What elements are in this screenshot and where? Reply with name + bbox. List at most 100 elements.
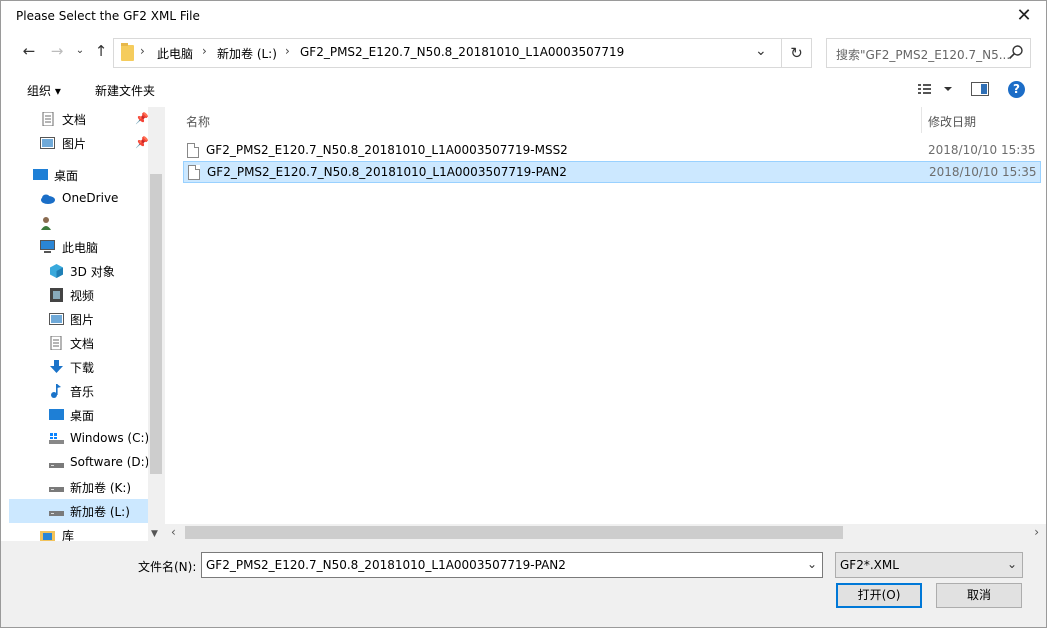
sidebar-item-videos[interactable]: 视频 xyxy=(9,283,165,307)
sidebar-item-label: 此电脑 xyxy=(62,241,99,255)
folder-icon xyxy=(121,43,134,61)
filename-label: 文件名(N): xyxy=(138,560,197,574)
column-divider[interactable] xyxy=(921,107,922,133)
window-title: Please Select the GF2 XML File xyxy=(16,9,200,23)
sidebar-item-this-pc[interactable]: 此电脑 xyxy=(9,235,165,259)
sidebar-item-drive-c[interactable]: Windows (C:) xyxy=(9,427,165,451)
sidebar-item-pictures-quick[interactable]: 图片 📌 xyxy=(9,131,165,155)
file-icon xyxy=(188,165,200,180)
sidebar-item-label: 视频 xyxy=(70,289,95,303)
back-arrow-icon[interactable]: ← xyxy=(19,41,39,61)
cancel-button[interactable]: 取消 xyxy=(936,583,1022,608)
file-date: 2018/10/10 15:35 xyxy=(928,143,1036,157)
address-bar[interactable]: › 此电脑 › 新加卷 (L:) › GF2_PMS2_E120.7_N50.8… xyxy=(113,38,782,68)
sidebar-item-drive-d[interactable]: Software (D:) xyxy=(9,451,165,475)
close-icon[interactable]: ✕ xyxy=(1012,5,1036,27)
sidebar-item-drive-k[interactable]: 新加卷 (K:) xyxy=(9,475,165,499)
file-icon xyxy=(187,143,199,158)
sidebar-item-music[interactable]: 音乐 xyxy=(9,379,165,403)
sidebar-item-label: OneDrive xyxy=(62,191,119,205)
windows-drive-icon xyxy=(49,433,64,444)
breadcrumb-folder[interactable]: GF2_PMS2_E120.7_N50.8_20181010_L1A000350… xyxy=(300,45,624,59)
file-row-selected[interactable]: GF2_PMS2_E120.7_N50.8_20181010_L1A000350… xyxy=(183,161,1041,183)
up-arrow-icon[interactable]: ↑ xyxy=(91,41,111,61)
sidebar-item-label: 下载 xyxy=(70,361,95,375)
file-open-dialog: Please Select the GF2 XML File ✕ ← → ⌄ ↑… xyxy=(0,0,1047,628)
navigation-bar: ← → ⌄ ↑ › 此电脑 › 新加卷 (L:) › GF2_PMS2_E120… xyxy=(1,32,1046,72)
sidebar-item-label: 文档 xyxy=(70,337,95,351)
sidebar-item-label: 库 xyxy=(62,529,75,541)
sidebar-scrollbar[interactable]: ▼ xyxy=(148,107,165,541)
chevron-left-icon[interactable]: ‹ xyxy=(171,525,176,539)
search-icon[interactable] xyxy=(1008,44,1024,60)
recent-locations-icon[interactable]: ⌄ xyxy=(70,41,90,61)
search-input[interactable]: 搜索"GF2_PMS2_E120.7_N5... xyxy=(826,38,1031,68)
sidebar-item-desktop[interactable]: 桌面 xyxy=(9,163,165,187)
chevron-down-icon[interactable]: ⌄ xyxy=(1007,557,1017,571)
sidebar-item-desktop-pc[interactable]: 桌面 xyxy=(9,403,165,427)
chevron-down-icon[interactable]: ⌄ xyxy=(807,557,817,571)
sidebar-item-label: 图片 xyxy=(62,137,87,151)
breadcrumb-this-pc[interactable]: 此电脑 xyxy=(157,45,193,62)
title-bar: Please Select the GF2 XML File ✕ xyxy=(1,1,1046,32)
column-header-name[interactable]: 名称 xyxy=(186,113,210,130)
sidebar-item-label: 图片 xyxy=(70,313,95,327)
open-button[interactable]: 打开(O) xyxy=(836,583,922,608)
dialog-footer: 文件名(N): GF2_PMS2_E120.7_N50.8_20181010_L… xyxy=(1,541,1046,627)
breadcrumb-separator[interactable]: › xyxy=(140,44,145,58)
forward-arrow-icon[interactable]: → xyxy=(47,41,67,61)
this-pc-icon xyxy=(40,240,55,253)
sidebar-item-documents-quick[interactable]: 文档 📌 xyxy=(9,107,165,131)
chevron-right-icon[interactable]: › xyxy=(1034,525,1039,539)
document-icon xyxy=(42,112,54,126)
sidebar-item-label: 音乐 xyxy=(70,385,95,399)
3d-objects-icon xyxy=(50,264,63,278)
sidebar-item-libraries[interactable]: 库 xyxy=(9,523,165,541)
view-options-icon[interactable] xyxy=(917,81,957,97)
drive-icon xyxy=(49,487,64,492)
sidebar-item-label: 新加卷 (L:) xyxy=(70,505,130,519)
pin-icon: 📌 xyxy=(135,112,149,125)
scrollbar-thumb[interactable] xyxy=(185,526,843,539)
breadcrumb-separator[interactable]: › xyxy=(285,44,290,58)
sidebar-item-drive-l[interactable]: 新加卷 (L:) xyxy=(9,499,165,523)
breadcrumb-drive-l[interactable]: 新加卷 (L:) xyxy=(217,45,277,62)
refresh-icon[interactable]: ↻ xyxy=(782,38,812,68)
sidebar-item-label: Windows (C:) xyxy=(70,431,150,445)
drive-icon xyxy=(49,463,64,468)
chevron-down-icon[interactable]: ▼ xyxy=(151,529,158,539)
sidebar-item-label: 新加卷 (K:) xyxy=(70,481,132,495)
drive-icon xyxy=(49,511,64,516)
download-icon xyxy=(50,360,63,373)
pictures-icon xyxy=(49,313,64,325)
music-icon xyxy=(51,384,61,398)
sidebar-item-pictures[interactable]: 图片 xyxy=(9,307,165,331)
column-header-date[interactable]: 修改日期 xyxy=(928,113,976,130)
desktop-icon xyxy=(49,409,64,420)
preview-pane-icon[interactable] xyxy=(971,82,989,96)
file-name: GF2_PMS2_E120.7_N50.8_20181010_L1A000350… xyxy=(207,165,567,179)
filename-input[interactable]: GF2_PMS2_E120.7_N50.8_20181010_L1A000350… xyxy=(201,552,823,578)
filename-value: GF2_PMS2_E120.7_N50.8_20181010_L1A000350… xyxy=(206,558,566,572)
sidebar-item-downloads[interactable]: 下载 xyxy=(9,355,165,379)
onedrive-icon xyxy=(41,194,55,204)
chevron-down-icon[interactable]: ⌄ xyxy=(755,43,767,59)
breadcrumb-separator[interactable]: › xyxy=(202,44,207,58)
organize-button[interactable]: 组织 ▾ xyxy=(27,82,61,99)
sidebar-item-label: 3D 对象 xyxy=(70,265,115,279)
new-folder-button[interactable]: 新建文件夹 xyxy=(95,82,155,99)
sidebar-item-3d-objects[interactable]: 3D 对象 xyxy=(9,259,165,283)
sidebar-item-documents[interactable]: 文档 xyxy=(9,331,165,355)
file-list-horizontal-scrollbar[interactable]: ‹ › xyxy=(165,524,1046,541)
scrollbar-thumb[interactable] xyxy=(150,174,162,474)
sidebar-item-onedrive[interactable]: OneDrive xyxy=(9,187,165,211)
file-row[interactable]: GF2_PMS2_E120.7_N50.8_20181010_L1A000350… xyxy=(183,140,1041,162)
file-name: GF2_PMS2_E120.7_N50.8_20181010_L1A000350… xyxy=(206,143,568,157)
videos-icon xyxy=(50,288,63,302)
sidebar-item-user[interactable] xyxy=(9,211,165,235)
help-icon[interactable]: ? xyxy=(1008,81,1025,98)
search-placeholder: 搜索"GF2_PMS2_E120.7_N5... xyxy=(836,48,1011,62)
command-bar: 组织 ▾ 新建文件夹 ? xyxy=(1,72,1046,107)
filetype-select[interactable]: GF2*.XML ⌄ xyxy=(835,552,1023,578)
pictures-icon xyxy=(40,137,55,149)
